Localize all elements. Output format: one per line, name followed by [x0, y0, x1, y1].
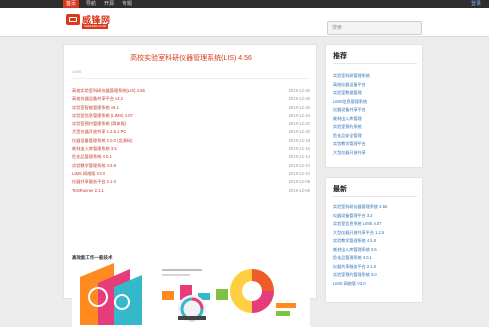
site-header: 威锋网 VEEFENG.COM 搜索 — [0, 8, 489, 37]
sidebar-link[interactable]: LIMS信息管理系统 — [333, 98, 421, 107]
link-date: 2019-12-30 — [288, 88, 310, 93]
sidebar-link[interactable]: 实验室预约管理系统 3.0 — [333, 271, 421, 280]
list-item[interactable]: 大型仪器开放共享 1.2.5.1 PC 2019-12-20 — [72, 128, 310, 136]
list-item[interactable]: 高校仪器设备共享平台 v3.2 2019-12-28 — [72, 95, 310, 103]
nav-home[interactable]: 首页 — [63, 0, 79, 8]
sidebar-recommend-list: 实验室科研管理系统 高校仪器设备平台 实验室数据管理 LIMS信息管理系统 仪器… — [333, 72, 421, 157]
link-title[interactable]: TestRunner 2.1.1 — [72, 187, 104, 195]
list-item[interactable]: 耗材出入库管理系统 3.5 2019-12-16 — [72, 145, 310, 153]
article-meta: LIMS — [72, 69, 82, 74]
link-date: 2019-12-08 — [288, 179, 310, 185]
link-date: 2019-12-16 — [288, 146, 310, 152]
link-date: 2019-12-26 — [288, 104, 310, 110]
link-title[interactable]: 实验教学管理系统 4.5.8 — [72, 162, 116, 170]
sidebar-title-recommend: 推荐 — [333, 53, 347, 60]
sidebar-link[interactable]: 实验教学管理系统 4.5.8 — [333, 237, 421, 246]
sidebar-link[interactable]: 实验室预约系统 — [333, 123, 421, 132]
link-date: 2019-12-14 — [288, 154, 310, 160]
article-banner: 高效能工作一般技术 — [72, 255, 310, 327]
list-item[interactable]: 实验教学管理系统 4.5.8 2019-12-12 — [72, 162, 310, 170]
link-title[interactable]: LIMS 网络版 V3.0 — [72, 170, 105, 178]
link-title[interactable]: 仪器设备管理系统 2.0.0 (含源码) — [72, 137, 133, 145]
sidebar-recommend-box: 推荐 实验室科研管理系统 高校仪器设备平台 实验室数据管理 LIMS信息管理系统… — [325, 44, 423, 168]
link-title[interactable]: 仪器共享服务平台 2.1.0 — [72, 178, 116, 186]
sidebar-latest-list: 实验室科研仪器管理系统 4.56 仪器设备管理平台 3.2 实验室信息系统 LI… — [333, 203, 421, 288]
link-date: 2019-12-12 — [288, 162, 310, 168]
divider — [72, 78, 310, 79]
sidebar-link[interactable]: 实验室数据管理 — [333, 89, 421, 98]
sidebar-link[interactable]: 大型仪器开放共享平台 1.2.5 — [333, 229, 421, 238]
sidebar-link[interactable]: 仪器设备管理平台 3.2 — [333, 212, 421, 221]
link-date: 2019-12-18 — [288, 137, 310, 143]
link-title[interactable]: 实验室智能管理系统 v6.1 — [72, 104, 119, 112]
list-item[interactable]: 实验室智能管理系统 v6.1 2019-12-26 — [72, 104, 310, 112]
article-title: 高校实验室科研仪器管理系统(LIS) 4.56 — [130, 55, 252, 62]
logo-icon[interactable] — [66, 14, 80, 25]
link-date: 2019-12-22 — [288, 121, 310, 127]
link-title[interactable]: 高校仪器设备共享平台 v3.2 — [72, 95, 123, 103]
sidebar-link[interactable]: 实验室信息系统 LIMS 4.07 — [333, 220, 421, 229]
sidebar-link[interactable]: 实验室科研仪器管理系统 4.56 — [333, 203, 421, 212]
sidebar-link[interactable]: 高校仪器设备平台 — [333, 81, 421, 90]
sidebar-link[interactable]: 实验室科研管理系统 — [333, 72, 421, 81]
sidebar-latest-box: 最新 实验室科研仪器管理系统 4.56 仪器设备管理平台 3.2 实验室信息系统… — [325, 177, 423, 303]
related-link-list: 高校实验室科研仪器管理系统(LIS) 4.56 2019-12-30 高校仪器设备… — [72, 87, 310, 195]
link-title[interactable]: 大型仪器开放共享 1.2.5.1 PC — [72, 128, 126, 136]
sidebar-link[interactable]: 危化品管理系统 4.0.1 — [333, 254, 421, 263]
banner-title: 高效能工作一般技术 — [72, 255, 113, 260]
link-date: 2019-12-28 — [288, 96, 310, 102]
search-input[interactable]: 搜索 — [327, 21, 422, 35]
list-item[interactable]: 高校实验室科研仪器管理系统(LIS) 4.56 2019-12-30 — [72, 87, 310, 95]
sidebar-link[interactable]: LIMS 网络版 V3.0 — [333, 280, 421, 289]
link-date: 2019-12-10 — [288, 170, 310, 176]
sidebar-link[interactable]: 大型仪器开放共享 — [333, 149, 421, 158]
link-date: 2019-12-24 — [288, 112, 310, 118]
sidebar-link[interactable]: 耗材出入库管理系统 3.5 — [333, 246, 421, 255]
top-navigation-bar: 首页 导航 开源 专题 登录 — [0, 0, 489, 8]
link-date: 2019-12-20 — [288, 129, 310, 135]
site-logo-tagline: VEEFENG.COM — [82, 24, 109, 29]
sidebar-link[interactable]: 仪器共享服务平台 2.1.0 — [333, 263, 421, 272]
list-item[interactable]: 仪器设备管理系统 2.0.0 (含源码) 2019-12-18 — [72, 137, 310, 145]
login-link[interactable]: 登录 — [471, 0, 481, 8]
list-item[interactable]: 实验室预约管理系统 (简体版) 2019-12-22 — [72, 120, 310, 128]
sidebar-link[interactable]: 实验教学管理平台 — [333, 140, 421, 149]
sidebar-title-latest: 最新 — [333, 186, 347, 193]
divider — [333, 196, 417, 197]
nav-opensource[interactable]: 开源 — [104, 0, 114, 8]
divider — [333, 63, 417, 64]
link-title[interactable]: 耗材出入库管理系统 3.5 — [72, 145, 117, 153]
article-panel: 高校实验室科研仪器管理系统(LIS) 4.56 LIMS 高校实验室科研仪器管理… — [63, 44, 317, 327]
list-item[interactable]: 仪器共享服务平台 2.1.0 2019-12-08 — [72, 178, 310, 186]
list-item[interactable]: 危化品管理系统 4.0.1 2019-12-14 — [72, 153, 310, 161]
list-item[interactable]: LIMS 网络版 V3.0 2019-12-10 — [72, 170, 310, 178]
sidebar-link[interactable]: 耗材出入库管理 — [333, 115, 421, 124]
sidebar-link[interactable]: 仪器设备共享平台 — [333, 106, 421, 115]
sidebar-link[interactable]: 危化品安全管理 — [333, 132, 421, 141]
list-item[interactable]: TestRunner 2.1.1 2019-12-06 — [72, 187, 310, 195]
nav-guide[interactable]: 导航 — [86, 0, 96, 8]
link-title[interactable]: 实验室信息管理系统 (LIMS) 4.07 — [72, 112, 133, 120]
link-title[interactable]: 实验室预约管理系统 (简体版) — [72, 120, 126, 128]
infographic-image — [80, 263, 296, 325]
link-title[interactable]: 危化品管理系统 4.0.1 — [72, 153, 112, 161]
nav-topics[interactable]: 专题 — [122, 0, 132, 8]
link-date: 2019-12-06 — [288, 187, 310, 193]
list-item[interactable]: 实验室信息管理系统 (LIMS) 4.07 2019-12-24 — [72, 112, 310, 120]
link-title[interactable]: 高校实验室科研仪器管理系统(LIS) 4.56 — [72, 87, 145, 95]
